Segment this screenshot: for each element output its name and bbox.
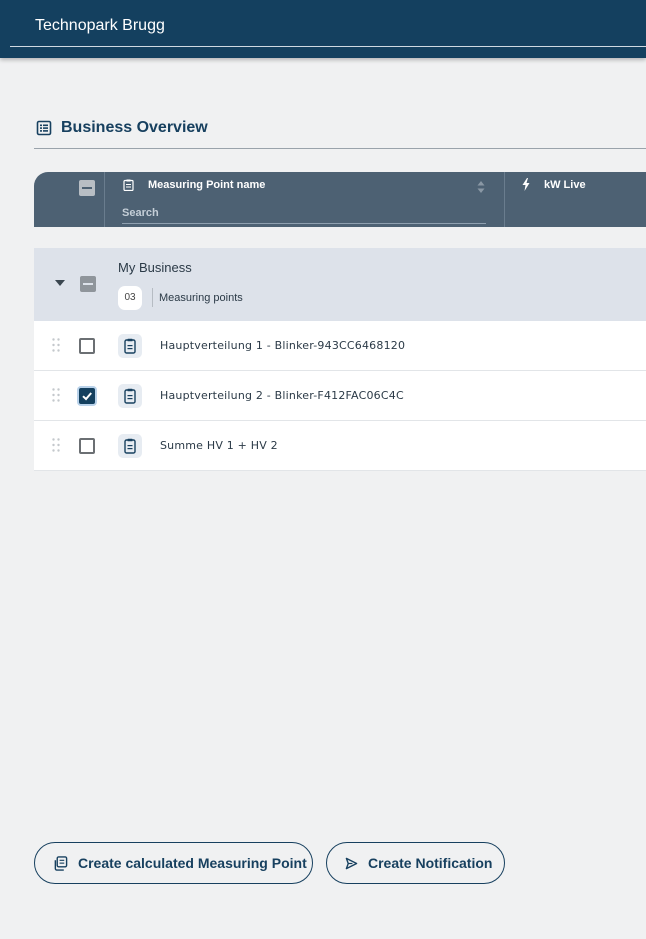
list-icon xyxy=(36,120,52,136)
count-label: Measuring points xyxy=(159,292,243,304)
send-icon xyxy=(345,857,358,869)
drag-handle-icon[interactable] xyxy=(52,338,60,352)
measuring-point-name[interactable]: Hauptverteilung 1 - Blinker-943CC6468120 xyxy=(160,339,405,352)
section-divider xyxy=(34,148,646,149)
divider xyxy=(152,288,153,307)
group-name: My Business xyxy=(118,260,192,275)
device-badge xyxy=(118,434,142,458)
clipboard-icon xyxy=(124,338,136,354)
measuring-point-name[interactable]: Hauptverteilung 2 - Blinker-F412FAC06C4C xyxy=(160,389,404,402)
table-row[interactable]: Hauptverteilung 1 - Blinker-943CC6468120 xyxy=(34,321,646,371)
column-header-name[interactable]: Measuring Point name xyxy=(148,179,265,191)
site-title[interactable]: Technopark Brugg xyxy=(35,17,165,35)
caret-down-icon[interactable] xyxy=(55,280,65,286)
checkmark-icon xyxy=(82,392,92,401)
column-divider xyxy=(504,172,505,227)
create-notification-button[interactable]: Create Notification xyxy=(326,842,505,884)
measuring-point-name[interactable]: Summe HV 1 + HV 2 xyxy=(160,439,278,452)
create-notification-label: Create Notification xyxy=(368,855,493,871)
drag-handle-icon[interactable] xyxy=(52,438,60,452)
sort-icon[interactable] xyxy=(477,180,485,194)
header-underline xyxy=(10,46,646,47)
group-checkbox[interactable] xyxy=(80,276,96,292)
top-bar: Technopark Brugg xyxy=(0,0,646,58)
clipboard-icon xyxy=(124,438,136,454)
row-checkbox[interactable] xyxy=(79,338,95,354)
row-checkbox[interactable] xyxy=(79,388,95,404)
search-input[interactable] xyxy=(122,202,486,224)
section-header: Business Overview xyxy=(36,119,208,137)
copy-calculate-icon xyxy=(54,855,68,871)
create-calculated-measuring-point-button[interactable]: Create calculated Measuring Point xyxy=(34,842,313,884)
drag-handle-icon[interactable] xyxy=(52,388,60,402)
create-calculated-label: Create calculated Measuring Point xyxy=(78,855,307,871)
row-checkbox[interactable] xyxy=(79,438,95,454)
column-header-kw-live[interactable]: kW Live xyxy=(544,179,586,191)
table-row[interactable]: Hauptverteilung 2 - Blinker-F412FAC06C4C xyxy=(34,371,646,421)
count-badge: 03 xyxy=(118,286,142,310)
lightning-icon xyxy=(522,178,530,191)
table-header: Measuring Point name kW Live xyxy=(34,172,646,227)
clipboard-icon xyxy=(124,388,136,404)
table-row[interactable]: Summe HV 1 + HV 2 xyxy=(34,421,646,471)
select-all-checkbox[interactable] xyxy=(79,180,95,196)
device-badge xyxy=(118,384,142,408)
section-title: Business Overview xyxy=(61,119,208,136)
group-row: My Business 03 Measuring points xyxy=(34,248,646,321)
clipboard-icon xyxy=(123,179,134,191)
device-badge xyxy=(118,334,142,358)
column-divider xyxy=(104,172,105,227)
